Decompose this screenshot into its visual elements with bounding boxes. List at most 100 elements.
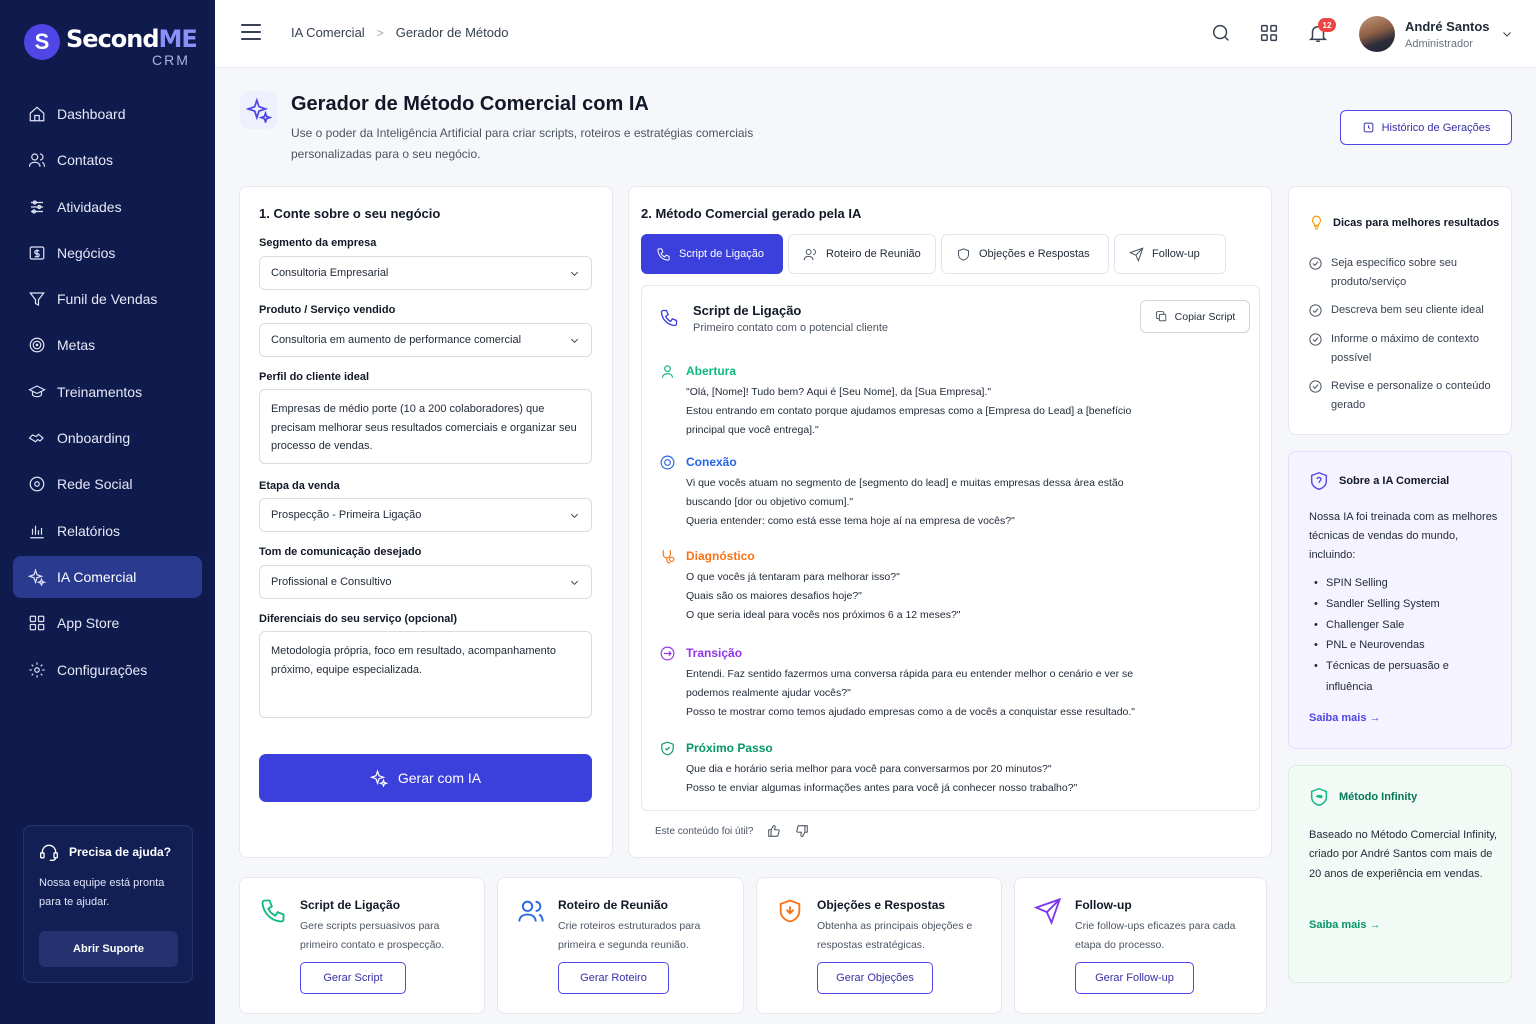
step-head: Diagnóstico <box>659 547 1249 565</box>
copy-button-label: Copiar Script <box>1174 310 1236 323</box>
sparkles-icon <box>27 567 47 587</box>
sidebar-item-atividades[interactable]: Atividades <box>13 186 202 228</box>
sidebar-nav: Dashboard Contatos Atividades Negócios F… <box>13 93 202 695</box>
tip-text: Revise e personalize o conteúdo gerado <box>1331 380 1491 411</box>
sidebar-item-relatorios[interactable]: Relatórios <box>13 510 202 552</box>
generate-roteiro-button[interactable]: Gerar Roteiro <box>558 962 669 994</box>
script-step: Conexão Vi que vocês atuam no segmento d… <box>659 453 1249 531</box>
chevron-down-icon[interactable] <box>1501 27 1513 39</box>
avatar[interactable] <box>1359 16 1395 52</box>
copy-script-button[interactable]: Copiar Script <box>1140 300 1250 333</box>
about-learn-more-link[interactable]: Saiba mais → <box>1309 712 1381 724</box>
thumbs-up-icon[interactable] <box>767 824 781 838</box>
sidebar-item-metas[interactable]: Metas <box>13 324 202 366</box>
quick-card-script: Script de Ligação Gere scripts persuasiv… <box>239 877 485 1014</box>
about-ai-card: Sobre a IA Comercial Nossa IA foi treina… <box>1288 451 1512 749</box>
tab-roteiro-reuniao[interactable]: Roteiro de Reunião <box>788 234 936 274</box>
tip-item: Revise e personalize o conteúdo gerado <box>1308 377 1503 415</box>
step-name: Diagnóstico <box>686 549 755 563</box>
script-step: Transição Entendi. Faz sentido fazermos … <box>659 644 1249 722</box>
target-icon <box>27 335 47 355</box>
history-button[interactable]: Histórico de Gerações <box>1340 110 1512 145</box>
help-title: Precisa de ajuda? <box>39 842 177 862</box>
sparkles-icon <box>369 769 388 787</box>
infinity-text: Baseado no Método Comercial Infinity, cr… <box>1309 829 1498 880</box>
tab-label: Objeções e Respostas <box>979 248 1090 260</box>
step-name: Próximo Passo <box>686 741 773 755</box>
sidebar-item-configuracoes[interactable]: Configurações <box>13 649 202 691</box>
grid-icon <box>27 613 47 633</box>
sidebar: S SecondME CRM Dashboard Contatos Ativid… <box>0 0 215 1024</box>
generate-script-button[interactable]: Gerar Script <box>300 962 406 994</box>
tab-follow-up[interactable]: Follow-up <box>1114 234 1226 274</box>
generate-objecoes-button[interactable]: Gerar Objeções <box>817 962 933 994</box>
brand-name-part2: ME <box>158 25 198 53</box>
script-step: Abertura "Olá, [Nome]! Tudo bem? Aqui é … <box>659 362 1249 440</box>
quick-card-title: Roteiro de Reunião <box>558 898 669 912</box>
generate-ai-button[interactable]: Gerar com IA <box>259 754 592 802</box>
stage-select[interactable]: Prospecção - Primeira Ligação <box>259 498 592 532</box>
segment-select[interactable]: Consultoria Empresarial <box>259 256 592 290</box>
script-step: Próximo Passo Que dia e horário seria me… <box>659 739 1249 798</box>
product-select[interactable]: Consultoria em aumento de performance co… <box>259 323 592 357</box>
menu-icon[interactable] <box>241 24 261 42</box>
sidebar-item-ia-comercial[interactable]: IA Comercial <box>13 555 202 598</box>
step-head: Abertura <box>659 362 1249 380</box>
profile-textarea[interactable]: Empresas de médio porte (10 a 200 colabo… <box>259 389 592 464</box>
technique-list: SPIN Selling Sandler Selling System Chal… <box>1314 573 1457 698</box>
output-tabs: Script de Ligação Roteiro de Reunião Obj… <box>641 234 1231 274</box>
lightbulb-icon <box>1312 215 1321 230</box>
tip-text: Descreva bem seu cliente ideal <box>1331 304 1484 316</box>
tab-script-ligacao[interactable]: Script de Ligação <box>641 234 783 274</box>
tone-select[interactable]: Profissional e Consultivo <box>259 565 592 599</box>
step-text: O que vocês já tentaram para melhorar is… <box>686 571 961 621</box>
breadcrumb-item-ia-comercial[interactable]: IA Comercial <box>291 25 365 40</box>
brand-name-part1: Second <box>66 25 160 53</box>
list-item: Técnicas de persuasão e influência <box>1314 656 1457 698</box>
user-name[interactable]: André Santos <box>1405 19 1490 34</box>
tips-title-label: Dicas para melhores resultados <box>1333 216 1500 229</box>
step-name: Transição <box>686 646 743 660</box>
sidebar-item-treinamentos[interactable]: Treinamentos <box>13 371 202 413</box>
segment-label: Segmento da empresa <box>259 237 377 249</box>
tab-objecoes[interactable]: Objeções e Respostas <box>941 234 1109 274</box>
quick-card-desc: Crie follow-ups eficazes para cada etapa… <box>1075 920 1236 951</box>
users-icon <box>661 364 674 378</box>
sidebar-item-onboarding[interactable]: Onboarding <box>13 417 202 459</box>
thumbs-down-icon[interactable] <box>795 824 809 838</box>
about-title: Sobre a IA Comercial <box>1308 470 1449 492</box>
feedback-label: Este conteúdo foi útil? <box>655 825 754 837</box>
generated-method: 2. Método Comercial gerado pela IA Scrip… <box>628 186 1272 858</box>
apps-grid-icon[interactable] <box>1258 22 1282 46</box>
step-head: Transição <box>659 644 1249 662</box>
send-icon <box>1129 246 1144 262</box>
step-name: Conexão <box>686 455 737 469</box>
sidebar-item-negocios[interactable]: Negócios <box>13 232 202 274</box>
sparkles-icon <box>240 91 278 129</box>
chevron-right-icon: > <box>376 25 384 40</box>
tip-item: Seja específico sobre seu produto/serviç… <box>1308 254 1503 292</box>
brand-sub: CRM <box>152 52 190 68</box>
logo-mark: S <box>24 24 60 60</box>
infinity-learn-more-link[interactable]: Saiba mais → <box>1309 919 1381 931</box>
network-icon <box>27 474 47 494</box>
tab-label: Script de Ligação <box>679 248 764 260</box>
sidebar-item-rede-social[interactable]: Rede Social <box>13 463 202 505</box>
chevron-down-icon <box>570 271 579 276</box>
transition-icon <box>660 646 675 660</box>
sidebar-item-label: App Store <box>57 615 120 632</box>
tab-label: Follow-up <box>1152 248 1200 260</box>
open-support-button[interactable]: Abrir Suporte <box>39 931 178 967</box>
sidebar-item-contatos[interactable]: Contatos <box>13 139 202 181</box>
shield-check-icon <box>661 741 674 755</box>
sidebar-item-label: Configurações <box>57 661 148 678</box>
sidebar-item-app-store[interactable]: App Store <box>13 602 202 644</box>
sidebar-item-funil[interactable]: Funil de Vendas <box>13 278 202 320</box>
breadcrumb-item-current: Gerador de Método <box>395 25 509 40</box>
search-icon[interactable] <box>1210 22 1234 46</box>
generate-follow-up-button[interactable]: Gerar Follow-up <box>1075 962 1194 994</box>
differentials-textarea[interactable]: Metodologia própria, foco em resultado, … <box>259 631 592 718</box>
sidebar-item-dashboard[interactable]: Dashboard <box>13 93 202 135</box>
script-title: Script de Ligação <box>693 303 802 318</box>
gear-icon <box>27 660 47 680</box>
